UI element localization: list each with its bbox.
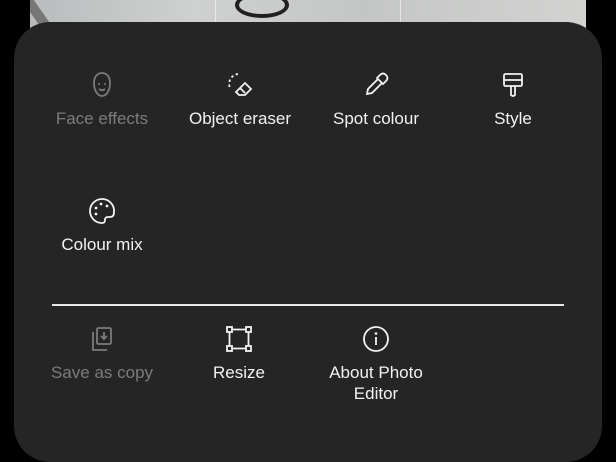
style-button[interactable]: Style	[443, 70, 583, 129]
about-photo-editor-label: About Photo Editor	[329, 363, 423, 403]
resize-icon	[224, 324, 254, 354]
colour-mix-label: Colour mix	[61, 235, 143, 254]
eyedropper-icon	[361, 70, 391, 100]
save-copy-icon	[87, 324, 117, 354]
object-eraser-label: Object eraser	[188, 109, 292, 128]
info-icon	[361, 324, 391, 354]
face-icon	[87, 70, 117, 100]
more-options-sheet: Face effects Object eraser Spot colour S…	[14, 22, 602, 462]
spot-colour-button[interactable]: Spot colour	[306, 70, 446, 129]
save-as-copy-label: Save as copy	[50, 363, 154, 382]
object-eraser-button[interactable]: Object eraser	[170, 70, 310, 129]
colour-mix-button[interactable]: Colour mix	[32, 196, 172, 255]
face-effects-label: Face effects	[55, 109, 149, 128]
photo-content	[235, 0, 289, 18]
spot-colour-label: Spot colour	[333, 109, 419, 128]
about-photo-editor-button[interactable]: About Photo Editor	[306, 324, 446, 404]
eraser-icon	[225, 70, 255, 100]
style-label: Style	[494, 109, 532, 128]
palette-icon	[87, 196, 117, 226]
save-as-copy-button[interactable]: Save as copy	[32, 324, 172, 383]
divider	[52, 304, 564, 306]
paintbrush-icon	[498, 70, 528, 100]
resize-label: Resize	[213, 363, 265, 382]
face-effects-button[interactable]: Face effects	[32, 70, 172, 129]
resize-button[interactable]: Resize	[169, 324, 309, 383]
